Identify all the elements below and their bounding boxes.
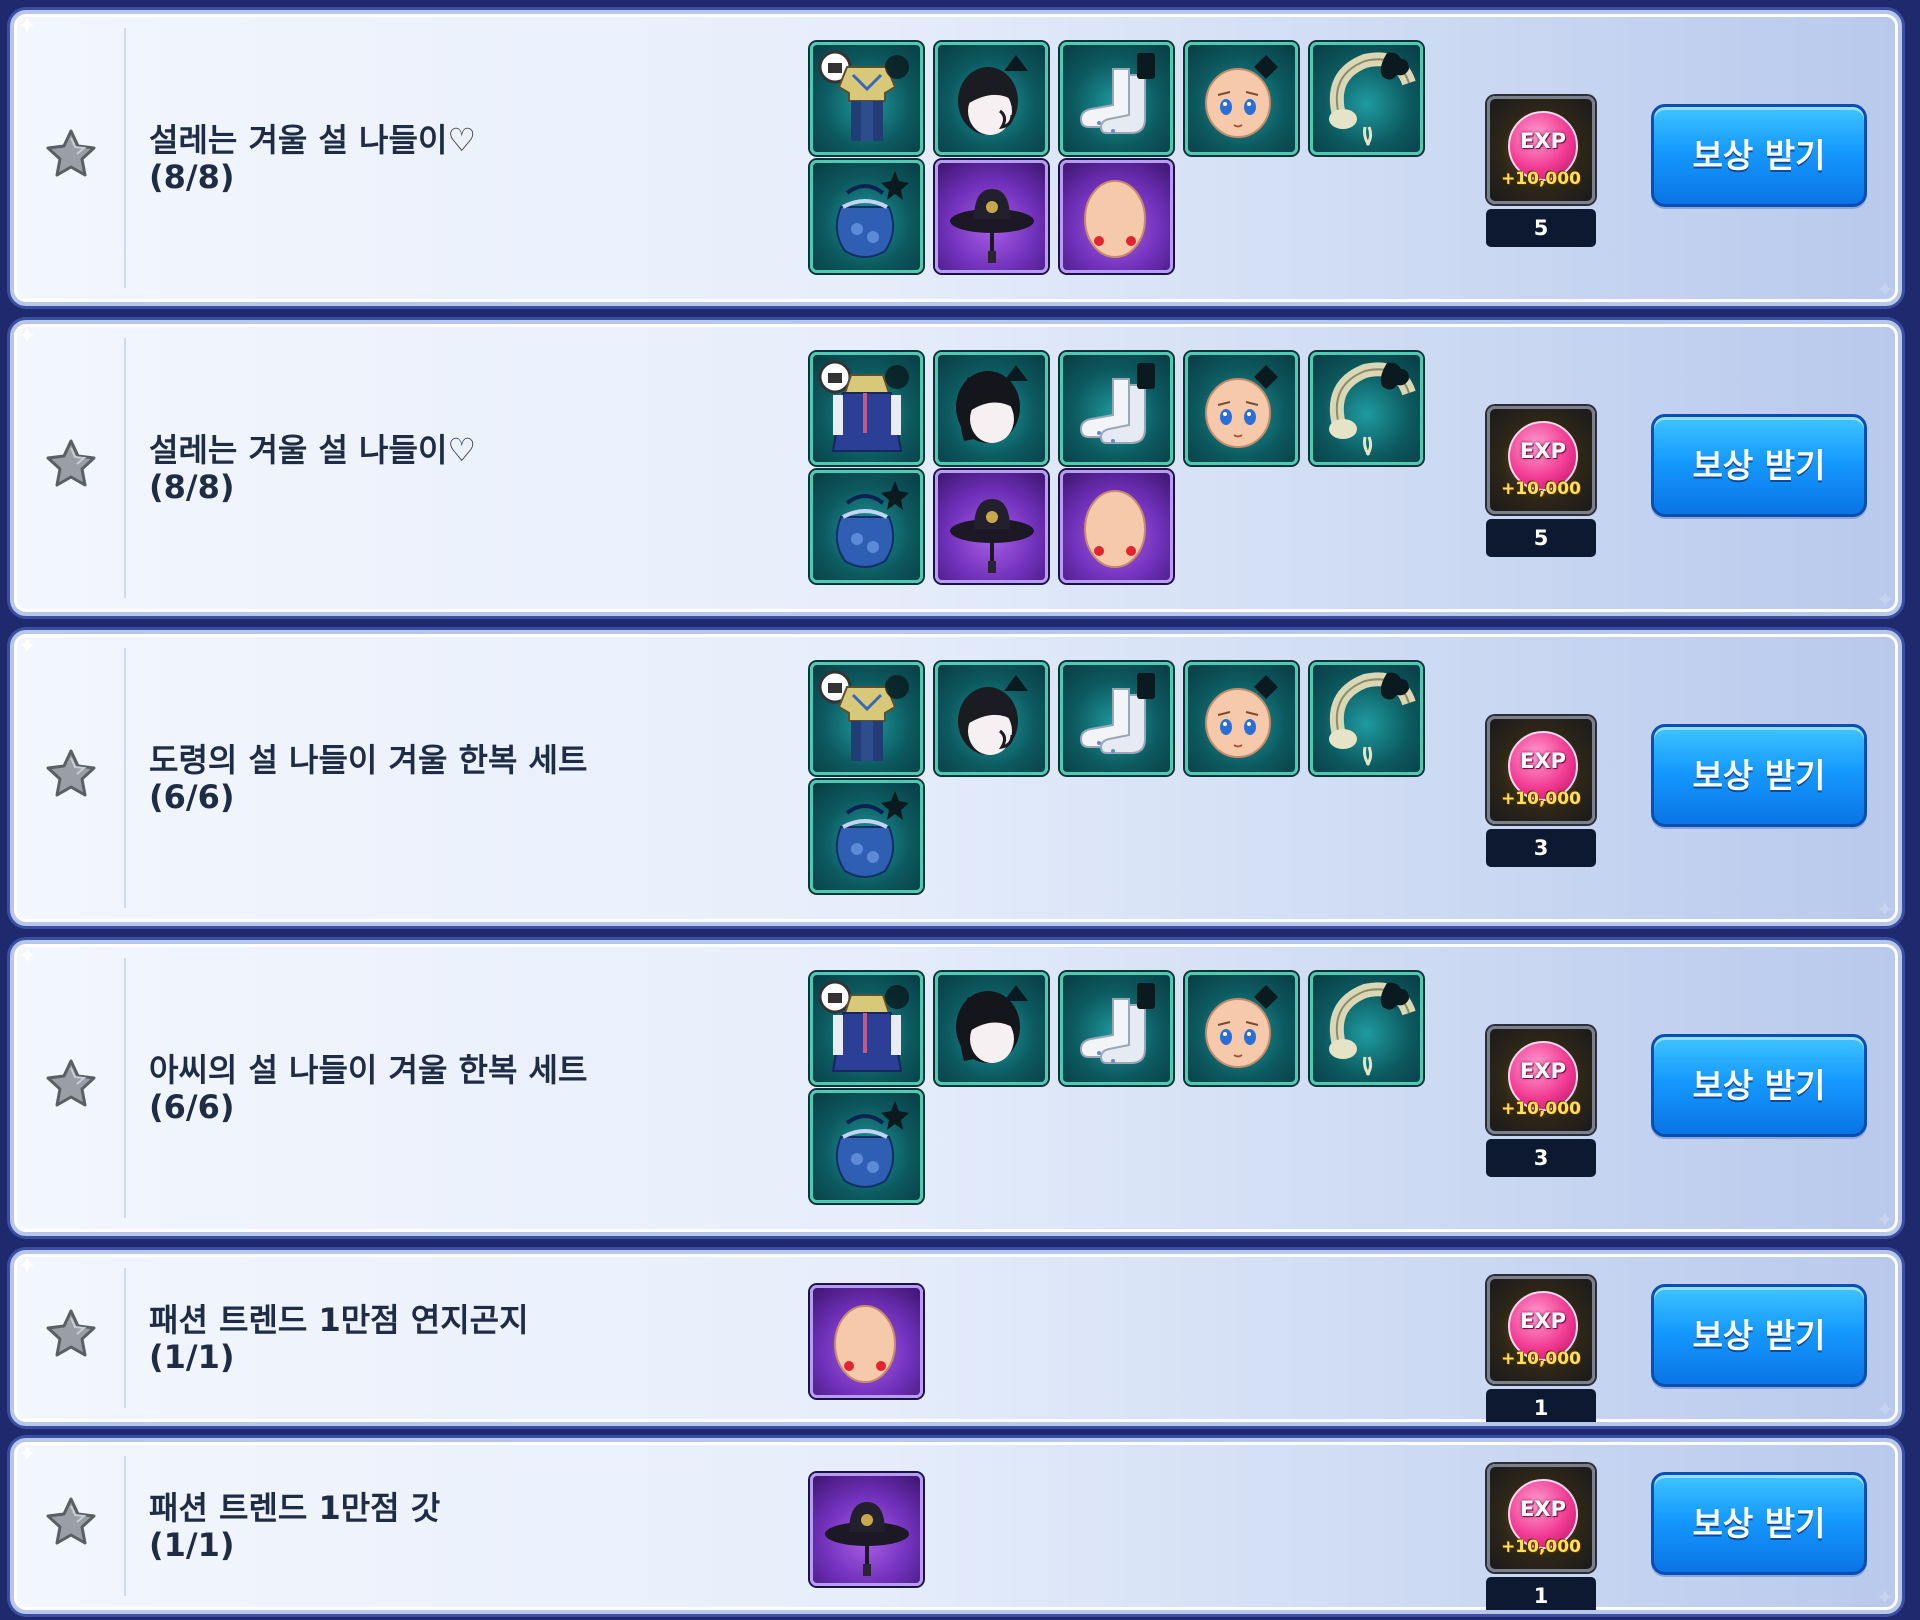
reward-count: 5 xyxy=(1486,209,1596,247)
sparkle-icon: ✦ xyxy=(1875,1586,1894,1611)
reward-row: ✦ ✦ 설레는 겨울 설 나들이♡ (8/8) EXP +10,000 5 보상 받기 xyxy=(10,320,1902,616)
item-slot-blush-face[interactable] xyxy=(1060,160,1173,273)
item-slot-gat-hat[interactable] xyxy=(935,470,1048,583)
item-slot-earmuffs[interactable] xyxy=(1310,972,1423,1085)
item-slot-hair-female[interactable] xyxy=(935,352,1048,465)
mission-progress: (1/1) xyxy=(149,1526,235,1564)
mission-progress: (1/1) xyxy=(149,1338,235,1376)
mission-title: 설레는 겨울 설 나들이♡ (8/8) xyxy=(149,432,476,506)
mission-progress: (6/6) xyxy=(149,1088,235,1126)
item-slot-hair-male[interactable] xyxy=(935,42,1048,155)
exp-reward[interactable]: EXP +10,000 xyxy=(1487,716,1595,824)
exp-reward[interactable]: EXP +10,000 xyxy=(1487,1026,1595,1134)
item-slot-hair-male[interactable] xyxy=(935,662,1048,775)
claim-reward-button[interactable]: 보상 받기 xyxy=(1651,724,1867,827)
reward-row: ✦ ✦ 도령의 설 나들이 겨울 한복 세트 (6/6) EXP +10,000 3 보상 받… xyxy=(10,630,1902,926)
item-slot-face[interactable] xyxy=(1185,662,1298,775)
reward-count: 3 xyxy=(1486,829,1596,867)
reward-row: ✦ ✦ 아씨의 설 나들이 겨울 한복 세트 (6/6) EXP +10,000 3 보상 받… xyxy=(10,940,1902,1236)
reward-count: 3 xyxy=(1486,1139,1596,1177)
reward-row: ✦ ✦ 패션 트렌드 1만점 연지곤지 (1/1) EXP +10,000 1 보상 받기 xyxy=(10,1250,1902,1426)
item-slot-face[interactable] xyxy=(1185,352,1298,465)
reward-count: 1 xyxy=(1486,1389,1596,1422)
exp-label: EXP xyxy=(1520,1497,1566,1521)
exp-label: EXP xyxy=(1520,439,1566,463)
exp-amount: +10,000 xyxy=(1501,1537,1581,1557)
favorite-star[interactable] xyxy=(14,1456,126,1596)
claim-reward-button[interactable]: 보상 받기 xyxy=(1651,414,1867,517)
item-slot-socks[interactable] xyxy=(1060,662,1173,775)
claim-reward-button[interactable]: 보상 받기 xyxy=(1651,1472,1867,1575)
item-slot-gat-hat[interactable] xyxy=(935,160,1048,273)
mission-name: 패션 트렌드 1만점 갓 xyxy=(149,1489,441,1527)
favorite-star[interactable] xyxy=(14,958,126,1218)
item-slot-hair-female[interactable] xyxy=(935,972,1048,1085)
mission-title: 패션 트렌드 1만점 갓 (1/1) xyxy=(149,1490,440,1564)
sparkle-icon: ✦ xyxy=(1875,898,1894,923)
exp-label: EXP xyxy=(1520,1309,1566,1333)
exp-amount: +10,000 xyxy=(1501,1349,1581,1369)
item-slot-face[interactable] xyxy=(1185,972,1298,1085)
reward-count: 1 xyxy=(1486,1577,1596,1610)
exp-amount: +10,000 xyxy=(1501,479,1581,499)
mission-title: 아씨의 설 나들이 겨울 한복 세트 (6/6) xyxy=(149,1052,587,1126)
mission-name: 도령의 설 나들이 겨울 한복 세트 xyxy=(149,741,588,779)
exp-amount: +10,000 xyxy=(1501,789,1581,809)
item-slot-outfit-hanbok-female[interactable] xyxy=(810,972,923,1085)
mission-progress: (6/6) xyxy=(149,778,235,816)
sparkle-icon: ✦ xyxy=(1875,1398,1894,1423)
mission-title: 패션 트렌드 1만점 연지곤지 (1/1) xyxy=(149,1302,529,1376)
mission-progress: (8/8) xyxy=(149,468,235,506)
item-slot-outfit-hanbok-male[interactable] xyxy=(810,42,923,155)
sparkle-icon: ✦ xyxy=(1875,1208,1894,1233)
item-slot-earmuffs[interactable] xyxy=(1310,352,1423,465)
item-slot-outfit-hanbok-female[interactable] xyxy=(810,352,923,465)
item-slot-pouch-bag[interactable] xyxy=(810,1090,923,1203)
claim-reward-button[interactable]: 보상 받기 xyxy=(1651,1284,1867,1387)
item-slot-gat-hat[interactable] xyxy=(810,1473,923,1586)
sparkle-icon: ✦ xyxy=(1875,588,1894,613)
reward-row: ✦ ✦ 설레는 겨울 설 나들이♡ (8/8) EXP +10,000 5 보상 받기 xyxy=(10,10,1902,306)
exp-reward[interactable]: EXP +10,000 xyxy=(1487,1276,1595,1384)
exp-amount: +10,000 xyxy=(1501,169,1581,189)
exp-label: EXP xyxy=(1520,129,1566,153)
mission-progress: (8/8) xyxy=(149,158,235,196)
exp-reward[interactable]: EXP +10,000 xyxy=(1487,406,1595,514)
item-slot-outfit-hanbok-male[interactable] xyxy=(810,662,923,775)
mission-name: 패션 트렌드 1만점 연지곤지 xyxy=(149,1301,529,1339)
item-slot-pouch-bag[interactable] xyxy=(810,780,923,893)
mission-title: 도령의 설 나들이 겨울 한복 세트 (6/6) xyxy=(149,742,587,816)
reward-count: 5 xyxy=(1486,519,1596,557)
exp-reward[interactable]: EXP +10,000 xyxy=(1487,1464,1595,1572)
sparkle-icon: ✦ xyxy=(1875,278,1894,303)
mission-name: 아씨의 설 나들이 겨울 한복 세트 xyxy=(149,1051,588,1089)
claim-reward-button[interactable]: 보상 받기 xyxy=(1651,1034,1867,1137)
favorite-star[interactable] xyxy=(14,648,126,908)
exp-label: EXP xyxy=(1520,1059,1566,1083)
mission-name: 설레는 겨울 설 나들이♡ xyxy=(149,121,477,159)
favorite-star[interactable] xyxy=(14,1268,126,1408)
item-slot-earmuffs[interactable] xyxy=(1310,662,1423,775)
favorite-star[interactable] xyxy=(14,338,126,598)
exp-amount: +10,000 xyxy=(1501,1099,1581,1119)
item-slot-pouch-bag[interactable] xyxy=(810,160,923,273)
item-slot-earmuffs[interactable] xyxy=(1310,42,1423,155)
mission-name: 설레는 겨울 설 나들이♡ xyxy=(149,431,477,469)
reward-row: ✦ ✦ 패션 트렌드 1만점 갓 (1/1) EXP +10,000 1 보상 받기 xyxy=(10,1438,1902,1614)
favorite-star[interactable] xyxy=(14,28,126,288)
item-slot-pouch-bag[interactable] xyxy=(810,470,923,583)
claim-reward-button[interactable]: 보상 받기 xyxy=(1651,104,1867,207)
item-slot-socks[interactable] xyxy=(1060,42,1173,155)
item-slot-face[interactable] xyxy=(1185,42,1298,155)
item-slot-socks[interactable] xyxy=(1060,352,1173,465)
item-slot-blush-face[interactable] xyxy=(810,1285,923,1398)
item-slot-socks[interactable] xyxy=(1060,972,1173,1085)
mission-title: 설레는 겨울 설 나들이♡ (8/8) xyxy=(149,122,476,196)
exp-reward[interactable]: EXP +10,000 xyxy=(1487,96,1595,204)
item-slot-blush-face[interactable] xyxy=(1060,470,1173,583)
exp-label: EXP xyxy=(1520,749,1566,773)
